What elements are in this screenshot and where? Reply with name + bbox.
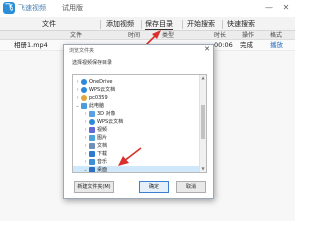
- tree-item-label: 音乐: [97, 159, 108, 165]
- new-folder-button[interactable]: 新建文件夹(M): [74, 181, 114, 193]
- quick-search-button[interactable]: 快速搜索: [227, 19, 255, 30]
- play-link[interactable]: 播放: [270, 40, 283, 51]
- cloud-icon: [89, 119, 95, 125]
- user-icon: [81, 95, 87, 101]
- tree-item-this-pc[interactable]: ⌄ 此电脑: [73, 102, 199, 110]
- browse-folder-dialog: 浏览文件夹 ✕ 选择视频保存目录 › OneDrive › WPS云文档 › p…: [63, 44, 214, 199]
- tree-item-music[interactable]: › 音乐: [73, 158, 199, 166]
- duration-cell: 00:06: [214, 41, 233, 49]
- toolbar-divider: [141, 20, 142, 29]
- dialog-title: 浏览文件夹: [69, 48, 95, 54]
- file-name-cell: 相册1.mp4: [14, 41, 48, 49]
- cloud-icon: [81, 87, 87, 93]
- chevron-right-icon[interactable]: ›: [83, 158, 88, 166]
- app-logo-icon: 飞: [3, 2, 15, 14]
- save-directory-button[interactable]: 保存目录: [145, 19, 173, 30]
- chevron-right-icon[interactable]: ›: [83, 110, 88, 118]
- chevron-right-icon[interactable]: ›: [83, 150, 88, 158]
- toolbar-divider: [100, 20, 101, 29]
- ok-button[interactable]: 确定: [139, 181, 169, 193]
- chevron-right-icon[interactable]: ›: [75, 86, 80, 94]
- tree-item-downloads[interactable]: › 下载: [73, 150, 199, 158]
- cloud-icon: [81, 79, 87, 85]
- tree-item-desktop[interactable]: ⌄ 桌面: [73, 166, 199, 173]
- scroll-up-icon[interactable]: ▲: [200, 75, 206, 81]
- minimize-button[interactable]: —: [262, 1, 276, 15]
- column-header-duration[interactable]: 时长: [214, 31, 226, 40]
- folder-tree[interactable]: › OneDrive › WPS云文档 › pc0359 ⌄ 此电脑 › 3D …: [72, 74, 207, 173]
- start-search-button[interactable]: 开始搜索: [187, 19, 215, 30]
- tree-item-wps-docs[interactable]: › WPS云文档: [73, 118, 199, 126]
- app-subtitle: 试用版: [62, 4, 83, 12]
- toolbar-divider: [182, 20, 183, 29]
- image-icon: [89, 135, 95, 141]
- download-icon: [89, 151, 95, 157]
- tree-item-label: WPS云文档: [97, 119, 124, 125]
- close-button[interactable]: ✕: [279, 1, 293, 15]
- tree-item-onedrive[interactable]: › OneDrive: [73, 78, 199, 86]
- scroll-down-icon[interactable]: ▼: [200, 166, 206, 172]
- tree-item-videos[interactable]: › 视频: [73, 126, 199, 134]
- status-cell: 完成: [240, 41, 253, 49]
- tree-item-label: 桌面: [97, 167, 108, 173]
- dialog-close-button[interactable]: ✕: [204, 45, 210, 53]
- chevron-right-icon[interactable]: ›: [83, 118, 88, 126]
- tree-item-label: 文档: [97, 143, 108, 149]
- chevron-right-icon[interactable]: ›: [83, 126, 88, 134]
- tree-item-label: 此电脑: [89, 103, 105, 109]
- add-video-button[interactable]: 添加视频: [106, 19, 134, 30]
- tree-item-3d-objects[interactable]: › 3D 对象: [73, 110, 199, 118]
- column-header-time[interactable]: 时间: [128, 31, 140, 40]
- scrollbar-thumb[interactable]: [201, 105, 205, 139]
- tree-item-documents[interactable]: › 文档: [73, 142, 199, 150]
- tree-item-label: pc0359: [89, 95, 108, 101]
- tree-item-label: OneDrive: [89, 79, 113, 85]
- column-header-type[interactable]: 类型: [162, 31, 174, 40]
- tree-item-wps-cloud[interactable]: › WPS云文档: [73, 86, 199, 94]
- tree-item-label: 视频: [97, 127, 108, 133]
- tree-item-label: 下载: [97, 151, 108, 157]
- chevron-right-icon[interactable]: ›: [75, 94, 80, 102]
- tree-item-label: 图片: [97, 135, 108, 141]
- toolbar: 文件 添加视频 保存目录 开始搜索 快速搜索: [0, 17, 295, 31]
- chevron-right-icon[interactable]: ›: [83, 134, 88, 142]
- tree-item-label: WPS云文档: [89, 87, 116, 93]
- table-header: 文件 时间 类型 时长 操作 格式: [0, 31, 295, 40]
- chevron-down-icon[interactable]: ⌄: [83, 166, 88, 172]
- cancel-button[interactable]: 取消: [176, 181, 206, 193]
- chevron-right-icon[interactable]: ›: [83, 142, 88, 150]
- column-header-action[interactable]: 操作: [242, 31, 254, 40]
- menu-file[interactable]: 文件: [42, 19, 56, 30]
- cube-icon: [89, 111, 95, 117]
- dialog-prompt: 选择视频保存目录: [72, 60, 113, 66]
- column-header-format[interactable]: 格式: [270, 31, 282, 40]
- chevron-down-icon[interactable]: ⌄: [75, 102, 80, 110]
- column-header-file[interactable]: 文件: [70, 31, 82, 40]
- music-icon: [89, 159, 95, 165]
- tree-item-label: 3D 对象: [97, 111, 116, 117]
- toolbar-divider: [222, 20, 223, 29]
- tree-scrollbar[interactable]: ▲ ▼: [199, 75, 206, 172]
- document-icon: [89, 143, 95, 149]
- video-icon: [89, 127, 95, 133]
- app-name: 飞速视频: [18, 4, 46, 12]
- title-bar: 飞 飞速视频 试用版 — ✕: [0, 0, 295, 17]
- tree-item-user[interactable]: › pc0359: [73, 94, 199, 102]
- folder-icon: [89, 167, 95, 172]
- tree-item-pictures[interactable]: › 图片: [73, 134, 199, 142]
- chevron-right-icon[interactable]: ›: [75, 78, 80, 86]
- computer-icon: [81, 103, 87, 109]
